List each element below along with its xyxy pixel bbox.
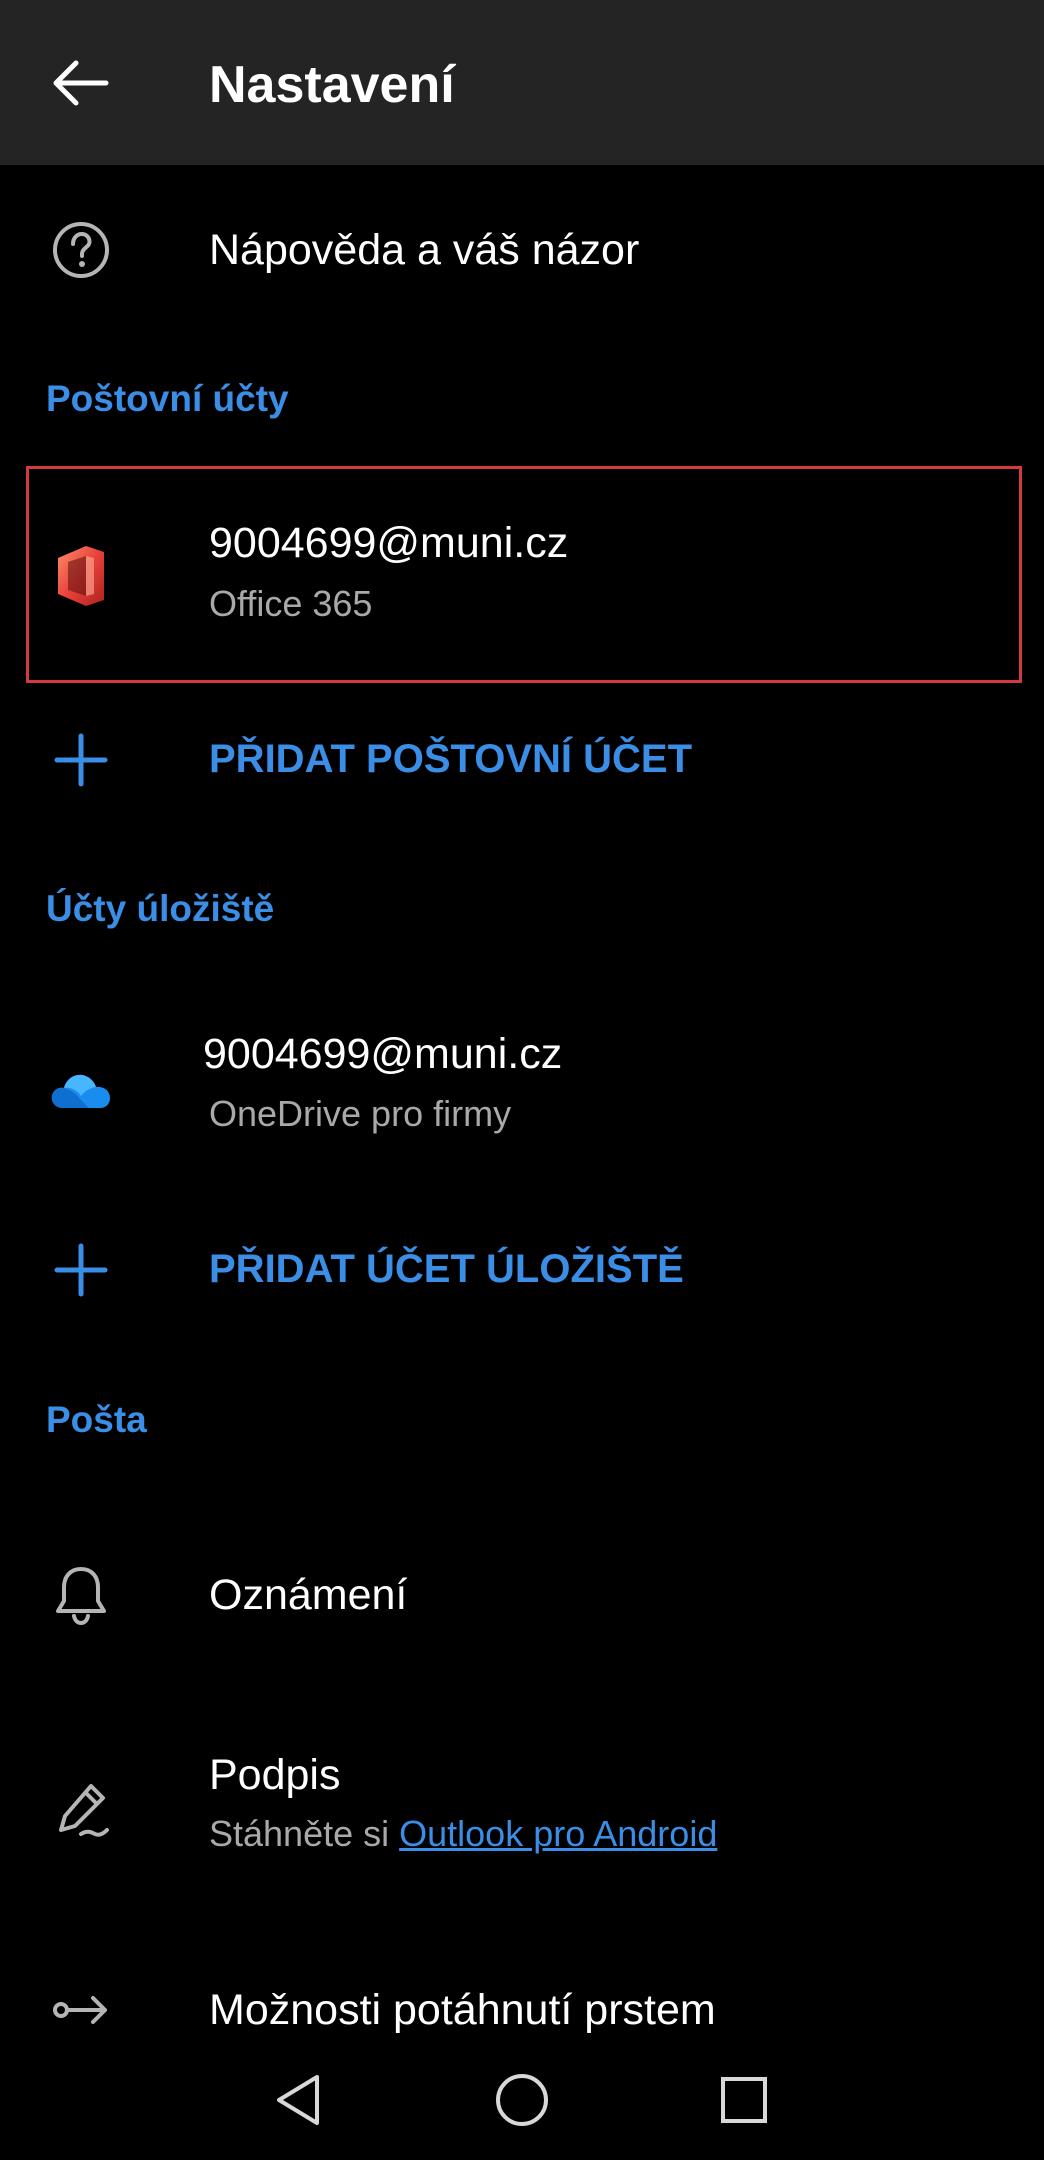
onedrive-cloud-icon: [40, 1050, 122, 1130]
mail-account-type: Office 365: [209, 583, 373, 624]
help-feedback-item[interactable]: Nápověda a váš názor: [0, 185, 1044, 315]
swipe-options-label: Možnosti potáhnutí prstem: [209, 1986, 716, 2034]
notifications-label: Oznámení: [209, 1571, 408, 1619]
office-logo-icon: [40, 536, 122, 616]
mail-account-item[interactable]: 9004699@muni.cz Office 365: [0, 466, 1044, 683]
swipe-arrow-icon: [40, 1978, 122, 2042]
section-header-storage-accounts: Účty úložiště: [46, 888, 275, 929]
arrow-left-icon: [53, 60, 109, 105]
page-title: Nastavení: [209, 56, 455, 114]
add-mail-account-button[interactable]: PŘIDAT POŠTOVNÍ ÚČET: [0, 700, 1044, 820]
signature-subtitle-prefix: Stáhněte si: [209, 1813, 390, 1854]
signature-item[interactable]: Podpis Stáhněte si Outlook pro Android: [0, 1730, 1044, 1890]
signature-subtitle: Stáhněte si Outlook pro Android: [209, 1810, 717, 1858]
add-storage-account-label: PŘIDAT ÚČET ÚLOŽIŠTĚ: [209, 1247, 684, 1291]
storage-account-type: OneDrive pro firmy: [209, 1093, 512, 1134]
app-bar: Nastavení: [0, 0, 1044, 165]
add-mail-account-label: PŘIDAT POŠTOVNÍ ÚČET: [209, 737, 693, 781]
plus-icon: [40, 1238, 122, 1302]
help-circle-icon: [40, 218, 122, 282]
mail-account-email: 9004699@muni.cz: [209, 519, 569, 567]
notifications-item[interactable]: Oznámení: [0, 1530, 1044, 1660]
bell-icon: [40, 1563, 122, 1627]
signature-label: Podpis: [209, 1751, 341, 1799]
help-feedback-label: Nápověda a váš názor: [209, 226, 640, 274]
storage-account-email: 9004699@muni.cz: [203, 1030, 563, 1078]
system-nav-bar: [0, 2040, 1044, 2160]
outlook-android-link[interactable]: Outlook pro Android: [399, 1813, 717, 1854]
section-header-mail-accounts: Poštovní účty: [46, 378, 289, 419]
nav-back-triangle-icon[interactable]: [258, 2060, 338, 2140]
nav-home-circle-icon[interactable]: [482, 2060, 562, 2140]
back-button[interactable]: [40, 40, 120, 125]
add-storage-account-button[interactable]: PŘIDAT ÚČET ÚLOŽIŠTĚ: [0, 1210, 1044, 1330]
section-header-mail: Pošta: [46, 1399, 147, 1440]
nav-recents-square-icon[interactable]: [704, 2060, 784, 2140]
plus-icon: [40, 728, 122, 792]
signature-pen-icon: [40, 1778, 122, 1842]
storage-account-item[interactable]: 9004699@muni.cz OneDrive pro firmy: [0, 990, 1044, 1190]
